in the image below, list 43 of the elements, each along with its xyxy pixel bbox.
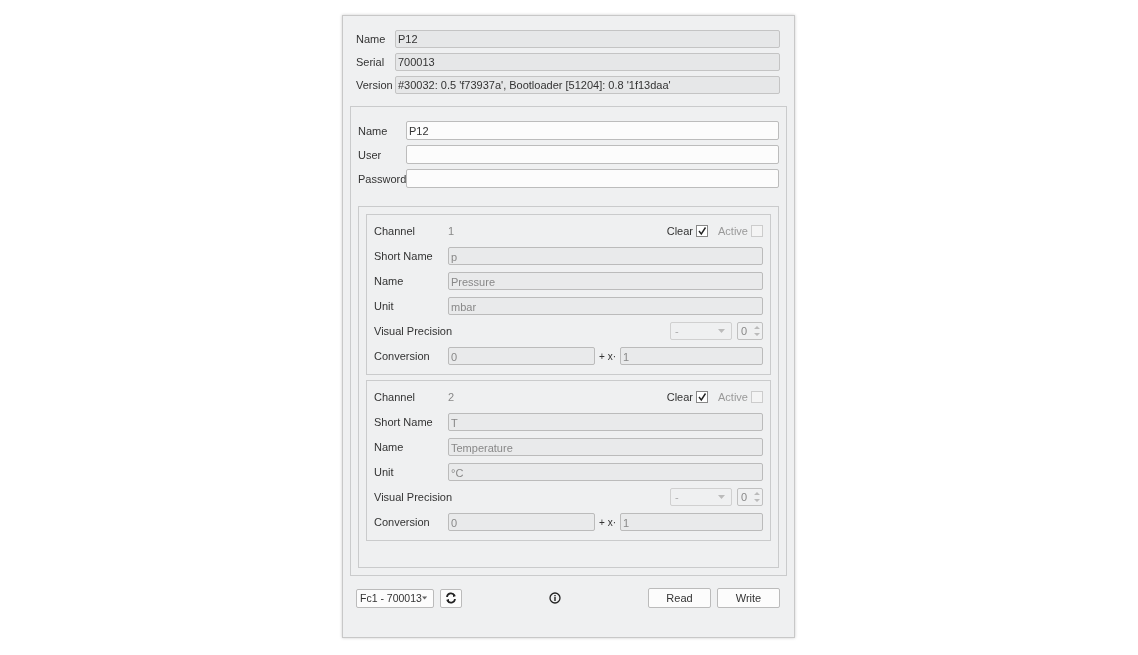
field-label: Version (356, 79, 394, 91)
field-label: Short Name (374, 250, 434, 262)
field-label: Channel (374, 225, 416, 237)
field-label: Name (356, 33, 387, 45)
field-label: Conversion (374, 516, 431, 528)
field-label: Visual Precision (374, 325, 453, 337)
refresh-icon (445, 592, 457, 604)
caret-icon (718, 329, 725, 333)
input-field[interactable]: P12 (406, 121, 779, 140)
spin-arrows-icon (754, 491, 760, 503)
field-label: Unit (374, 466, 395, 478)
field-label: User (358, 148, 383, 161)
readonly-field: 700013 (395, 53, 780, 71)
field-label: Name (374, 441, 405, 453)
readonly-field: #30032: 0.5 'f73937a', Bootloader [51204]: 0.8 '1f13daa' (395, 76, 780, 94)
readonly-field: P12 (395, 30, 780, 48)
device-dropdown[interactable]: Fc1 - 700013 (356, 588, 434, 608)
action-button[interactable]: Write (717, 588, 780, 608)
caret-icon (718, 495, 725, 499)
checkbox-label: Active (718, 391, 748, 403)
caret-icon (421, 596, 427, 600)
input-field[interactable] (406, 169, 779, 188)
channel-number: 2 (448, 391, 455, 403)
checkbox-label: Active (718, 225, 748, 237)
info-icon[interactable] (549, 592, 561, 604)
spin-arrows-icon (754, 325, 760, 337)
field-label: Short Name (374, 416, 434, 428)
refresh-button[interactable] (440, 588, 462, 608)
field-label: Unit (374, 300, 395, 312)
field-label: Serial (356, 56, 386, 68)
field-label: Password (358, 172, 406, 185)
field-label: Channel (374, 391, 416, 403)
field-label: Visual Precision (374, 491, 453, 503)
input-field[interactable] (406, 145, 779, 164)
field-label: Name (374, 275, 405, 287)
checkbox-label: Clear (666, 225, 694, 237)
operator-label: + x· (598, 516, 617, 528)
operator-label: + x· (598, 350, 617, 362)
channel-number: 1 (448, 225, 455, 237)
action-button[interactable]: Read (648, 588, 711, 608)
field-label: Conversion (374, 350, 431, 362)
checkbox-label: Clear (666, 391, 694, 403)
field-label: Name (358, 124, 389, 137)
